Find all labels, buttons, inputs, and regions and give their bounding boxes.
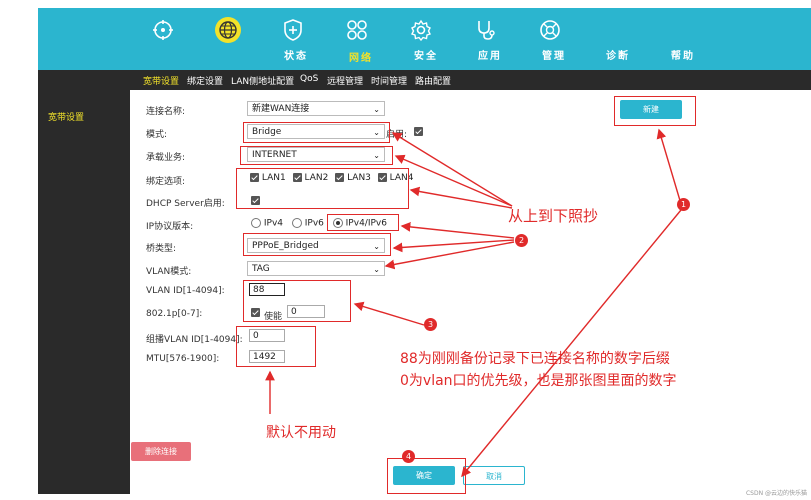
watermark: CSDN @云边的快乐猫 [745,490,807,497]
annotation-vlan-note-line2: 0为vlan口的优先级，也是那张图里面的数字 [400,373,677,389]
annotation-marker-1: 1 [677,198,690,211]
annotation-copy-note: 从上到下照抄 [508,207,599,225]
annotation-vlan-note-line1: 88为刚刚备份记录下已连接名称的数字后缀 [400,351,670,367]
annotation-default-note: 默认不用动 [266,425,336,441]
annotation-marker-2: 2 [515,234,528,247]
annotation-arrows [265,128,682,478]
annotation-marker-4: 4 [402,450,415,463]
annotation-marker-3: 3 [424,318,437,331]
